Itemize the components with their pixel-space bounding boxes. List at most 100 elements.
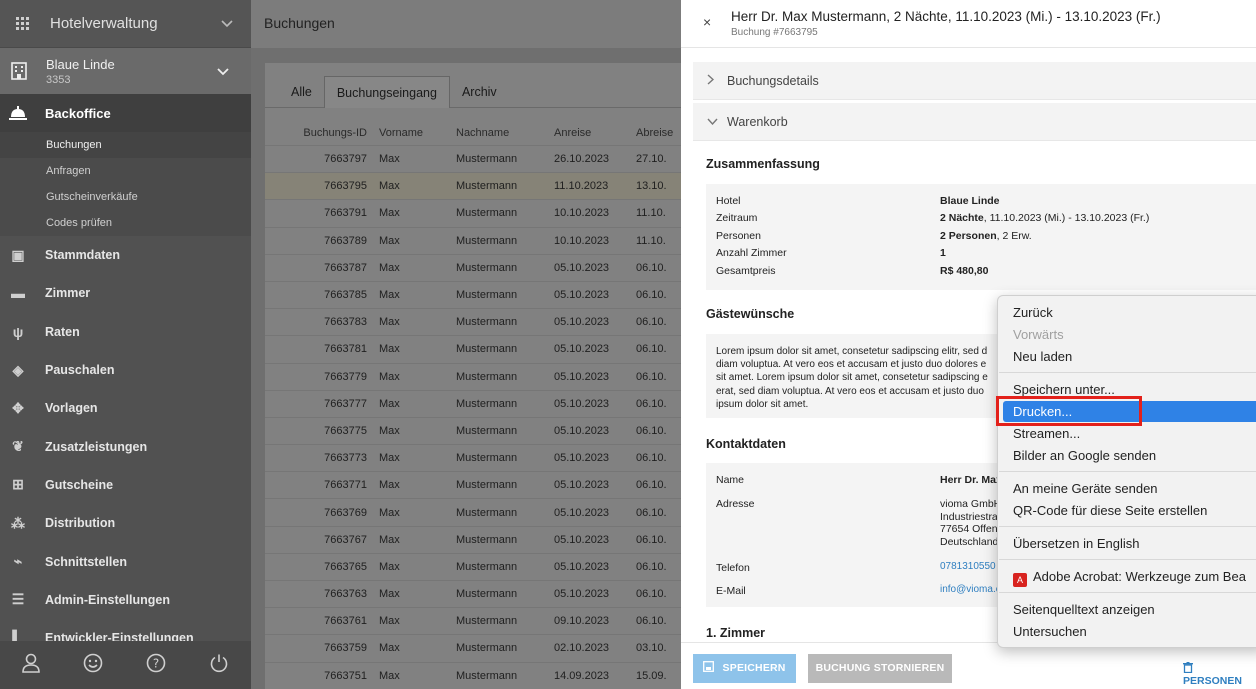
app-header[interactable]: Hotelverwaltung <box>0 0 251 48</box>
address-line: Industriestra <box>940 510 998 523</box>
sidebar-item-distribution[interactable]: ⁂ Distribution <box>0 504 251 542</box>
sidebar-item-raten[interactable]: ψ Raten <box>0 313 251 351</box>
chevron-right-icon <box>707 73 727 88</box>
menu-item-save-as[interactable]: Speichern unter... <box>1013 382 1115 397</box>
menu-item-send-to-devices[interactable]: An meine Geräte senden <box>1013 481 1158 496</box>
sidebar-item-stammdaten[interactable]: ▣ Stammdaten <box>0 236 251 274</box>
hotel-selector[interactable]: Blaue Linde 3353 <box>0 48 251 94</box>
summary-rooms-label: Anzahl Zimmer <box>716 247 787 259</box>
sidebar-item-label: Gutscheine <box>45 477 114 492</box>
sidebar-item-codes-pruefen[interactable]: Codes prüfen <box>0 210 251 236</box>
sidebar-item-schnittstellen[interactable]: ⌁ Schnittstellen <box>0 542 251 580</box>
accordion-buchungsdetails[interactable]: Buchungsdetails <box>693 62 1256 100</box>
menu-item-cast[interactable]: Streamen... <box>1013 426 1080 441</box>
sidebar-item-zimmer[interactable]: ▬ Zimmer <box>0 274 251 312</box>
trash-icon <box>1183 662 1198 675</box>
persons-button[interactable]: PERSONEN <box>1183 662 1256 687</box>
sidebar-section-backoffice[interactable]: Backoffice <box>0 94 251 132</box>
column-header[interactable]: Vorname <box>367 127 456 139</box>
tab-archiv[interactable]: Archiv <box>450 76 509 108</box>
plug-icon: ⌁ <box>13 553 23 570</box>
persons-button-label: PERSONEN <box>1183 675 1242 687</box>
sidebar-item-gutscheine[interactable]: ⊞ Gutscheine <box>0 466 251 504</box>
summary-price-value: R$ 480,80 <box>940 265 989 277</box>
id-card-icon: ▣ <box>11 246 25 263</box>
table-cell: 7663771 <box>324 479 367 492</box>
summary-period-label: Zeitraum <box>716 212 758 224</box>
menu-item-inspect[interactable]: Untersuchen <box>1013 624 1087 639</box>
sidebar-item-anfragen[interactable]: Anfragen <box>0 158 251 184</box>
save-button[interactable]: SPEICHERN <box>693 654 796 683</box>
sidebar-item-zusatzleistungen[interactable]: ❦ Zusatzleistungen <box>0 427 251 465</box>
chevron-down-icon[interactable] <box>221 17 251 31</box>
menu-item-view-source[interactable]: Seitenquelltext anzeigen <box>1013 602 1155 617</box>
sidebar-item-buchungen[interactable]: Buchungen <box>0 132 251 158</box>
sidebar-item-label: Admin-Einstellungen <box>45 592 170 607</box>
power-icon[interactable] <box>209 653 229 678</box>
table-cell: 7663767 <box>324 533 367 546</box>
tag-icon: ◈ <box>12 361 24 378</box>
table-cell: 7663795 <box>324 180 367 193</box>
menu-item-reload[interactable]: Neu laden <box>1013 349 1072 364</box>
menu-item-qr-code[interactable]: QR-Code für diese Seite erstellen <box>1013 503 1207 518</box>
menu-separator <box>999 526 1256 527</box>
table-cell: Mustermann <box>456 234 518 247</box>
contact-phone-link[interactable]: 0781310550 <box>940 561 996 572</box>
sidebar-item-pauschalen[interactable]: ◈ Pauschalen <box>0 351 251 389</box>
table-cell: 26.10.2023 <box>554 153 610 166</box>
building-icon <box>10 62 28 80</box>
column-header[interactable]: Buchungs-ID <box>265 127 367 139</box>
panel-title: Herr Dr. Max Mustermann, 2 Nächte, 11.10… <box>731 9 1161 24</box>
column-header[interactable]: Anreise <box>554 127 636 139</box>
sidebar-item-admin-einstellungen[interactable]: ☰ Admin-Einstellungen <box>0 581 251 619</box>
close-icon[interactable]: × <box>703 14 711 30</box>
help-icon[interactable]: ? <box>146 653 166 678</box>
save-icon <box>703 661 722 674</box>
table-cell: 7663789 <box>324 234 367 247</box>
table-cell: 05.10.2023 <box>554 588 610 601</box>
menu-item-label: Adobe Acrobat: Werkzeuge zum Bea <box>1033 569 1246 584</box>
menu-item-send-images-google[interactable]: Bilder an Google senden <box>1013 448 1156 463</box>
menu-item-back[interactable]: Zurück <box>1013 305 1053 320</box>
column-header[interactable]: Nachname <box>456 127 554 139</box>
table-cell: 7663773 <box>324 452 367 465</box>
table-cell: 7663787 <box>324 261 367 274</box>
table-cell: Mustermann <box>456 153 518 166</box>
table-cell: 05.10.2023 <box>554 316 610 329</box>
table-cell: Mustermann <box>456 615 518 628</box>
table-cell: 05.10.2023 <box>554 397 610 410</box>
chevron-down-icon[interactable] <box>217 63 251 79</box>
table-cell: 02.10.2023 <box>554 642 610 655</box>
contact-email-link[interactable]: info@vioma.c <box>940 584 1001 595</box>
table-cell: Max <box>379 669 400 682</box>
table-cell: Max <box>379 343 400 356</box>
table-cell: 05.10.2023 <box>554 506 610 519</box>
table-cell: Mustermann <box>456 370 518 383</box>
table-cell: Max <box>379 289 400 302</box>
tab-buchungseingang[interactable]: Buchungseingang <box>323 76 450 108</box>
table-cell: 7663777 <box>324 397 367 410</box>
table-cell: Mustermann <box>456 207 518 220</box>
app-title: Hotelverwaltung <box>50 15 158 32</box>
cancel-booking-button[interactable]: BUCHUNG STORNIEREN <box>808 654 952 683</box>
context-menu: Zurück Vorwärts Neu laden Speichern unte… <box>997 295 1256 648</box>
smiley-icon[interactable] <box>83 653 103 678</box>
panel-footer: SPEICHERN BUCHUNG STORNIEREN PERSONEN <box>681 642 1256 689</box>
tab-alle[interactable]: Alle <box>279 76 324 108</box>
menu-separator <box>999 559 1256 560</box>
table-cell: 7663761 <box>324 615 367 628</box>
table-cell: 7663759 <box>324 642 367 655</box>
user-icon[interactable] <box>21 653 40 678</box>
accordion-warenkorb[interactable]: Warenkorb <box>693 103 1256 141</box>
sidebar-item-vorlagen[interactable]: ✥ Vorlagen <box>0 389 251 427</box>
table-cell: 05.10.2023 <box>554 560 610 573</box>
table-cell: Max <box>379 261 400 274</box>
table-cell: Max <box>379 588 400 601</box>
wishes-line: erat, sed diam voluptua. At vero eos et … <box>716 385 984 397</box>
table-cell: 7663775 <box>324 424 367 437</box>
menu-item-translate[interactable]: Übersetzen in English <box>1013 536 1139 551</box>
table-cell: 09.10.2023 <box>554 615 610 628</box>
sidebar-item-gutscheinverkaeufe[interactable]: Gutscheinverkäufe <box>0 184 251 210</box>
menu-item-adobe-acrobat[interactable]: A Adobe Acrobat: Werkzeuge zum Bea <box>1013 569 1246 587</box>
table-cell: Mustermann <box>456 479 518 492</box>
